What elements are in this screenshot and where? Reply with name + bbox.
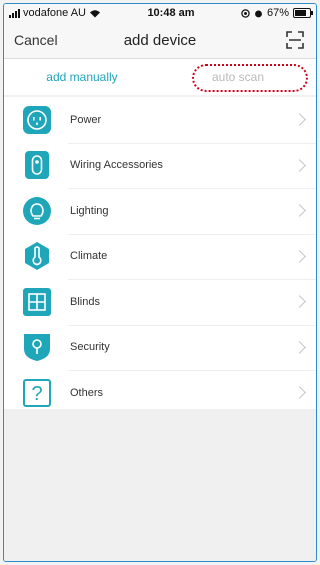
battery-percent: 67%: [266, 7, 289, 19]
chevron-right-icon: [293, 340, 306, 354]
list-item-label: Power: [70, 113, 102, 126]
chevron-right-icon: [293, 249, 306, 263]
question-icon: ?: [22, 378, 52, 408]
empty-area: [4, 409, 316, 561]
nav-bar: Cancel add device: [4, 22, 316, 59]
list-item-wiring-accessories[interactable]: Wiring Accessories: [4, 142, 316, 189]
chevron-right-icon: [293, 204, 306, 218]
tab-auto-scan[interactable]: auto scan: [160, 70, 316, 84]
chevron-right-icon: [293, 295, 306, 309]
chevron-right-icon: [293, 386, 306, 400]
bulb-icon: [22, 196, 52, 226]
tab-add-manually[interactable]: add manually: [4, 70, 160, 84]
chevron-right-icon: [293, 113, 306, 127]
carrier-name: vodafone AU: [23, 7, 86, 19]
list-item-label: Climate: [70, 250, 108, 263]
cancel-button[interactable]: Cancel: [14, 32, 58, 48]
list-item-label: Lighting: [70, 204, 109, 217]
svg-text:?: ?: [31, 383, 42, 405]
list-item-security[interactable]: Security: [4, 324, 316, 371]
status-time: 10:48 am: [147, 7, 195, 19]
lock-icon: [22, 332, 52, 362]
list-item-power[interactable]: Power: [4, 97, 316, 143]
category-list: Power Wiring Accessories Lighting Climat…: [4, 97, 316, 416]
list-item-blinds[interactable]: Blinds: [4, 279, 316, 325]
battery-icon: [293, 8, 313, 18]
power-socket-icon: [22, 105, 52, 135]
wifi-icon: [90, 9, 100, 17]
app-screen: vodafone AU 10:48 am 67% Cancel add devi…: [3, 3, 317, 562]
thermometer-icon: [22, 241, 52, 271]
signal-icon: [9, 8, 20, 18]
list-item-climate[interactable]: Climate: [4, 233, 316, 280]
mode-tabs: add manually auto scan: [4, 59, 316, 95]
list-item-label: Security: [70, 341, 110, 354]
scan-frame-icon[interactable]: [284, 29, 306, 51]
list-item-label: Blinds: [70, 295, 100, 308]
list-item-label: Others: [70, 386, 104, 399]
switch-icon: [22, 150, 52, 180]
chevron-right-icon: [293, 158, 306, 172]
location-icon: [241, 8, 250, 18]
alarm-icon: [255, 10, 262, 17]
window-icon: [22, 287, 52, 317]
status-bar: vodafone AU 10:48 am 67%: [4, 4, 316, 22]
list-item-label: Wiring Accessories: [70, 159, 163, 172]
list-item-lighting[interactable]: Lighting: [4, 188, 316, 234]
